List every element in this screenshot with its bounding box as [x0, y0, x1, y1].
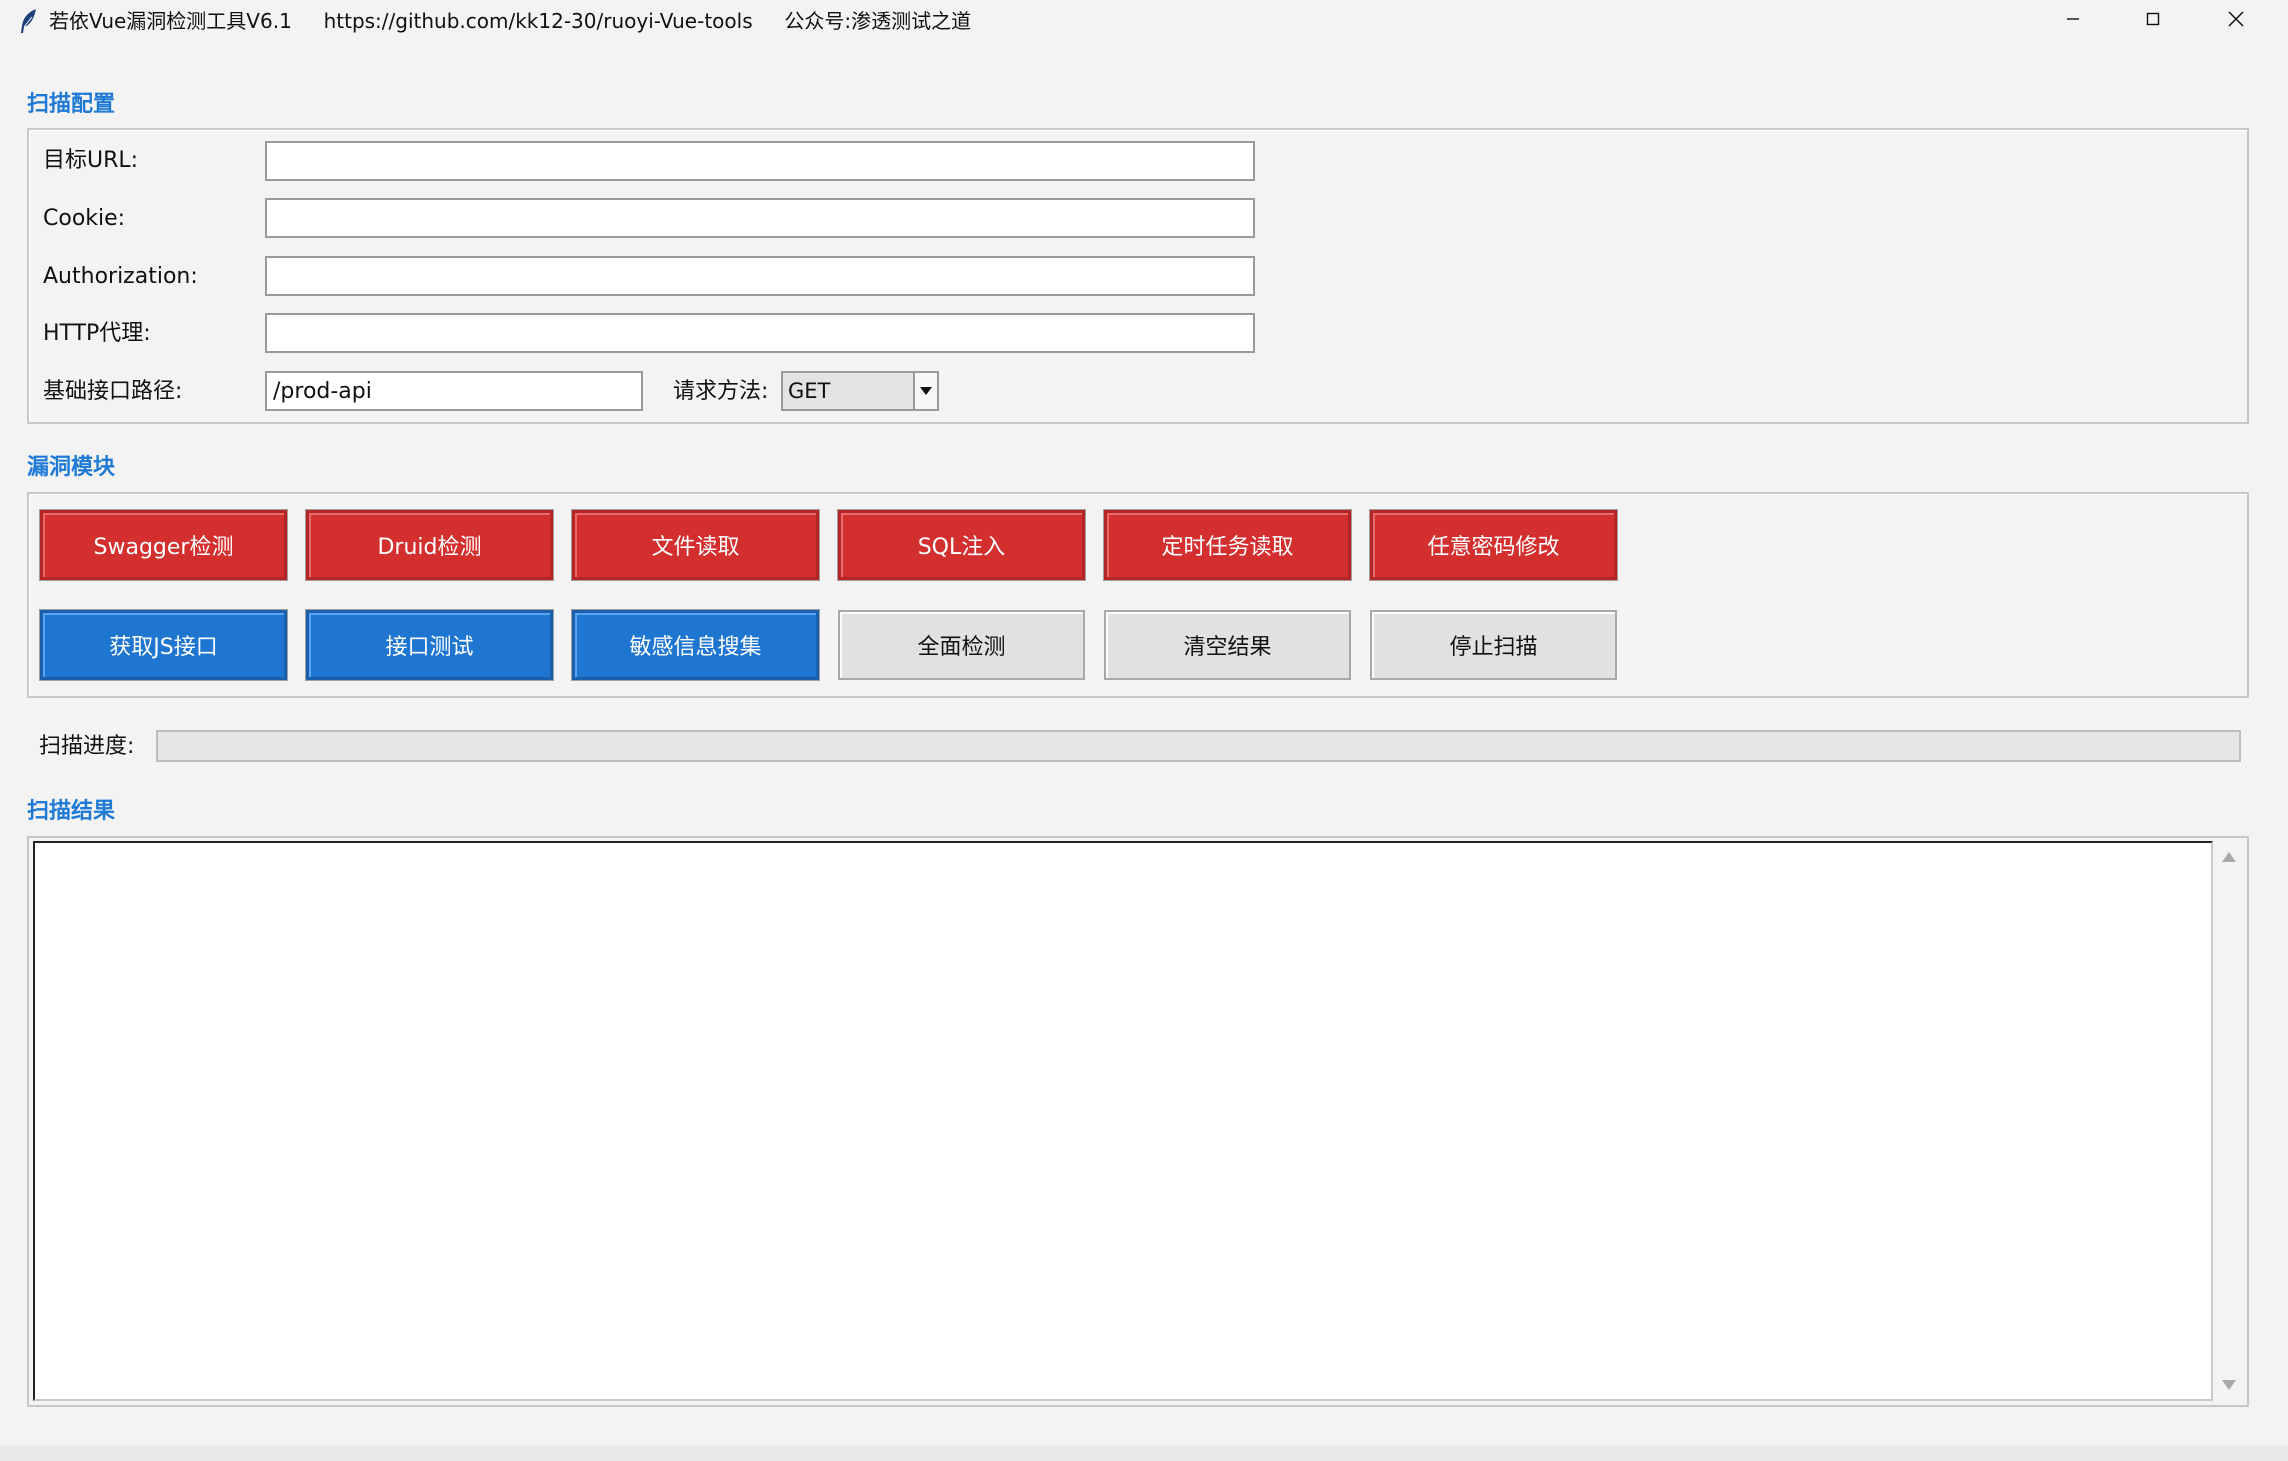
results-title: 扫描结果	[27, 799, 116, 824]
target-url-input[interactable]	[265, 141, 1255, 181]
request-method-select[interactable]: GET	[781, 371, 939, 411]
request-method-label: 请求方法:	[673, 379, 769, 404]
base-path-input[interactable]	[265, 371, 643, 411]
minimize-button[interactable]	[2033, 0, 2113, 42]
results-textarea[interactable]	[33, 841, 2213, 1401]
full-scan-button[interactable]: 全面检测	[838, 610, 1085, 680]
progress-label: 扫描进度:	[39, 734, 135, 759]
swagger-detect-button[interactable]: Swagger检测	[39, 509, 288, 581]
close-button[interactable]	[2196, 0, 2276, 42]
scroll-up-arrow-icon[interactable]	[2215, 843, 2243, 871]
scroll-down-arrow-icon[interactable]	[2215, 1371, 2243, 1399]
dropdown-arrow-icon[interactable]	[913, 373, 937, 409]
window-title: 若依Vue漏洞检测工具V6.1 https://github.com/kk12-…	[49, 9, 972, 33]
close-icon	[2227, 10, 2245, 32]
clear-results-button[interactable]: 清空结果	[1104, 610, 1351, 680]
window-bottom-edge	[0, 1445, 2288, 1461]
scan-progress-bar	[156, 730, 2241, 762]
api-test-button[interactable]: 接口测试	[305, 609, 554, 681]
sql-injection-button[interactable]: SQL注入	[837, 509, 1086, 581]
maximize-button[interactable]	[2113, 0, 2193, 42]
cookie-label: Cookie:	[43, 206, 126, 231]
authorization-label: Authorization:	[43, 264, 198, 289]
cookie-input[interactable]	[265, 198, 1255, 238]
request-method-value: GET	[788, 379, 831, 403]
http-proxy-input[interactable]	[265, 313, 1255, 353]
get-js-api-button[interactable]: 获取JS接口	[39, 609, 288, 681]
results-scrollbar[interactable]	[2215, 841, 2243, 1401]
password-modify-button[interactable]: 任意密码修改	[1369, 509, 1618, 581]
base-path-label: 基础接口路径:	[43, 379, 183, 404]
modules-title: 漏洞模块	[27, 455, 116, 480]
file-read-button[interactable]: 文件读取	[571, 509, 820, 581]
feather-icon	[18, 8, 40, 34]
scheduled-task-read-button[interactable]: 定时任务读取	[1103, 509, 1352, 581]
stop-scan-button[interactable]: 停止扫描	[1370, 610, 1617, 680]
sensitive-info-button[interactable]: 敏感信息搜集	[571, 609, 820, 681]
title-bar[interactable]: 若依Vue漏洞检测工具V6.1 https://github.com/kk12-…	[0, 0, 2288, 44]
minimize-icon	[2065, 11, 2081, 31]
http-proxy-label: HTTP代理:	[43, 321, 151, 346]
authorization-input[interactable]	[265, 256, 1255, 296]
maximize-icon	[2145, 11, 2161, 31]
app-window: 若依Vue漏洞检测工具V6.1 https://github.com/kk12-…	[0, 0, 2288, 1461]
druid-detect-button[interactable]: Druid检测	[305, 509, 554, 581]
target-url-label: 目标URL:	[43, 148, 139, 173]
scan-config-title: 扫描配置	[27, 92, 116, 117]
